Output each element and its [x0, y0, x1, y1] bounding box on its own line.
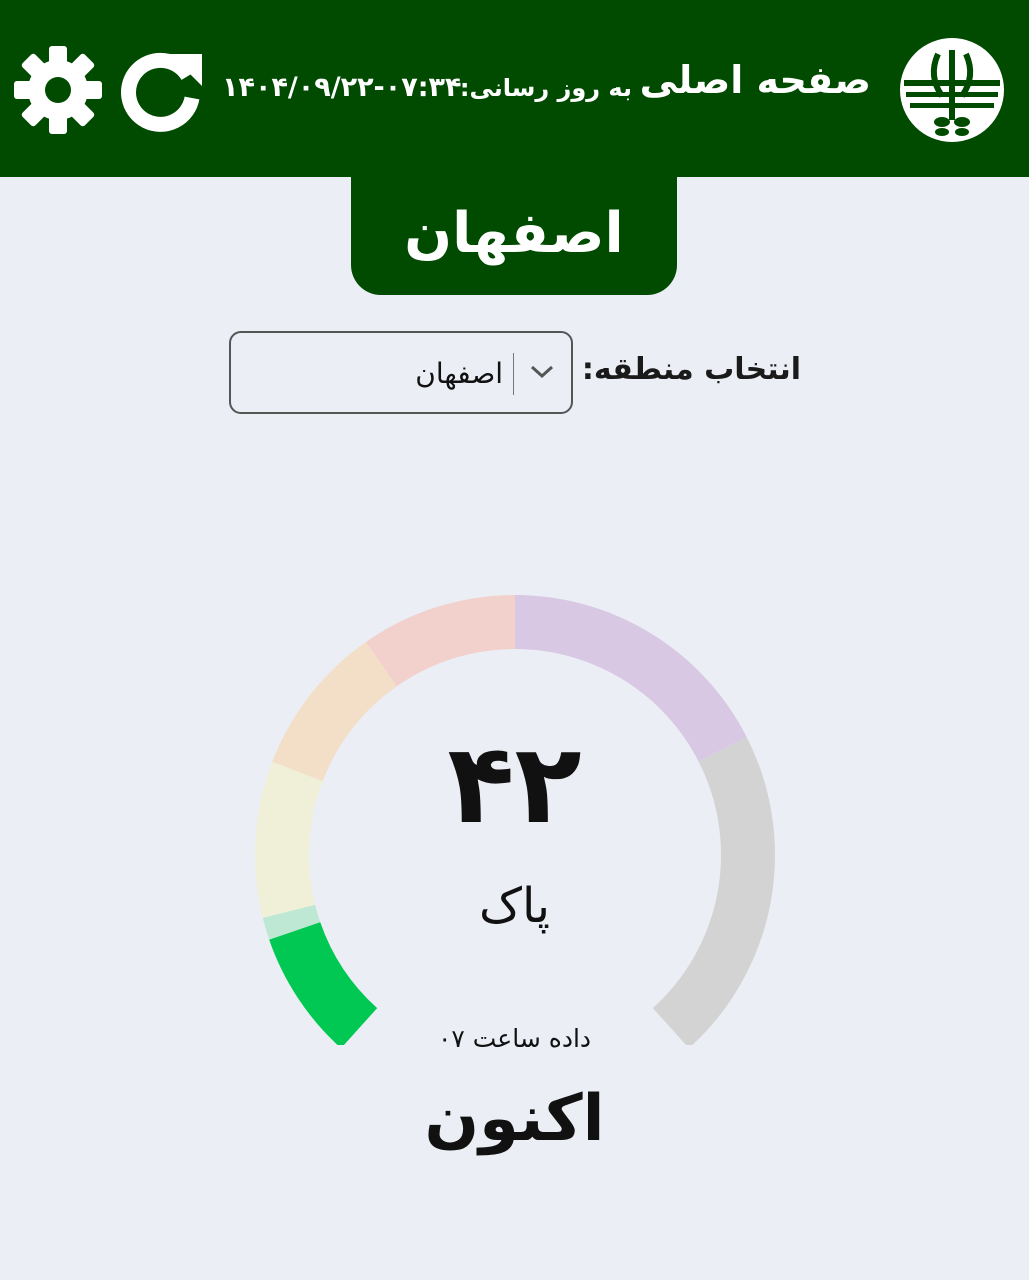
- city-tab: اصفهان: [351, 177, 677, 295]
- city-name: اصفهان: [404, 200, 624, 266]
- now-label: اکنون: [424, 1082, 605, 1156]
- region-selected-value: اصفهان: [415, 357, 503, 390]
- region-label: انتخاب منطقه:: [581, 352, 801, 387]
- aqi-value: ۴۲: [447, 720, 582, 848]
- environment-logo-icon: [900, 38, 1004, 142]
- refresh-icon[interactable]: [118, 46, 206, 134]
- gauge-segment-unhealthy: [365, 595, 516, 687]
- updated-label: به روز رسانی:: [459, 74, 632, 102]
- hour-data-label: داده ساعت ۰۷: [437, 1024, 592, 1053]
- page-title: صفحه اصلی: [639, 58, 871, 102]
- select-divider: [513, 353, 514, 395]
- chevron-down-icon: [530, 365, 554, 379]
- updated-timestamp: ۱۴۰۴/۰۹/۲۲-۰۷:۳۴: [222, 72, 462, 103]
- gear-icon[interactable]: [12, 44, 104, 136]
- region-select[interactable]: اصفهان: [229, 331, 573, 414]
- aqi-status: پاک: [479, 878, 550, 934]
- gauge-segment-good-filled: [269, 921, 378, 1045]
- app-header: صفحه اصلی به روز رسانی: ۱۴۰۴/۰۹/۲۲-۰۷:۳۴: [0, 0, 1029, 177]
